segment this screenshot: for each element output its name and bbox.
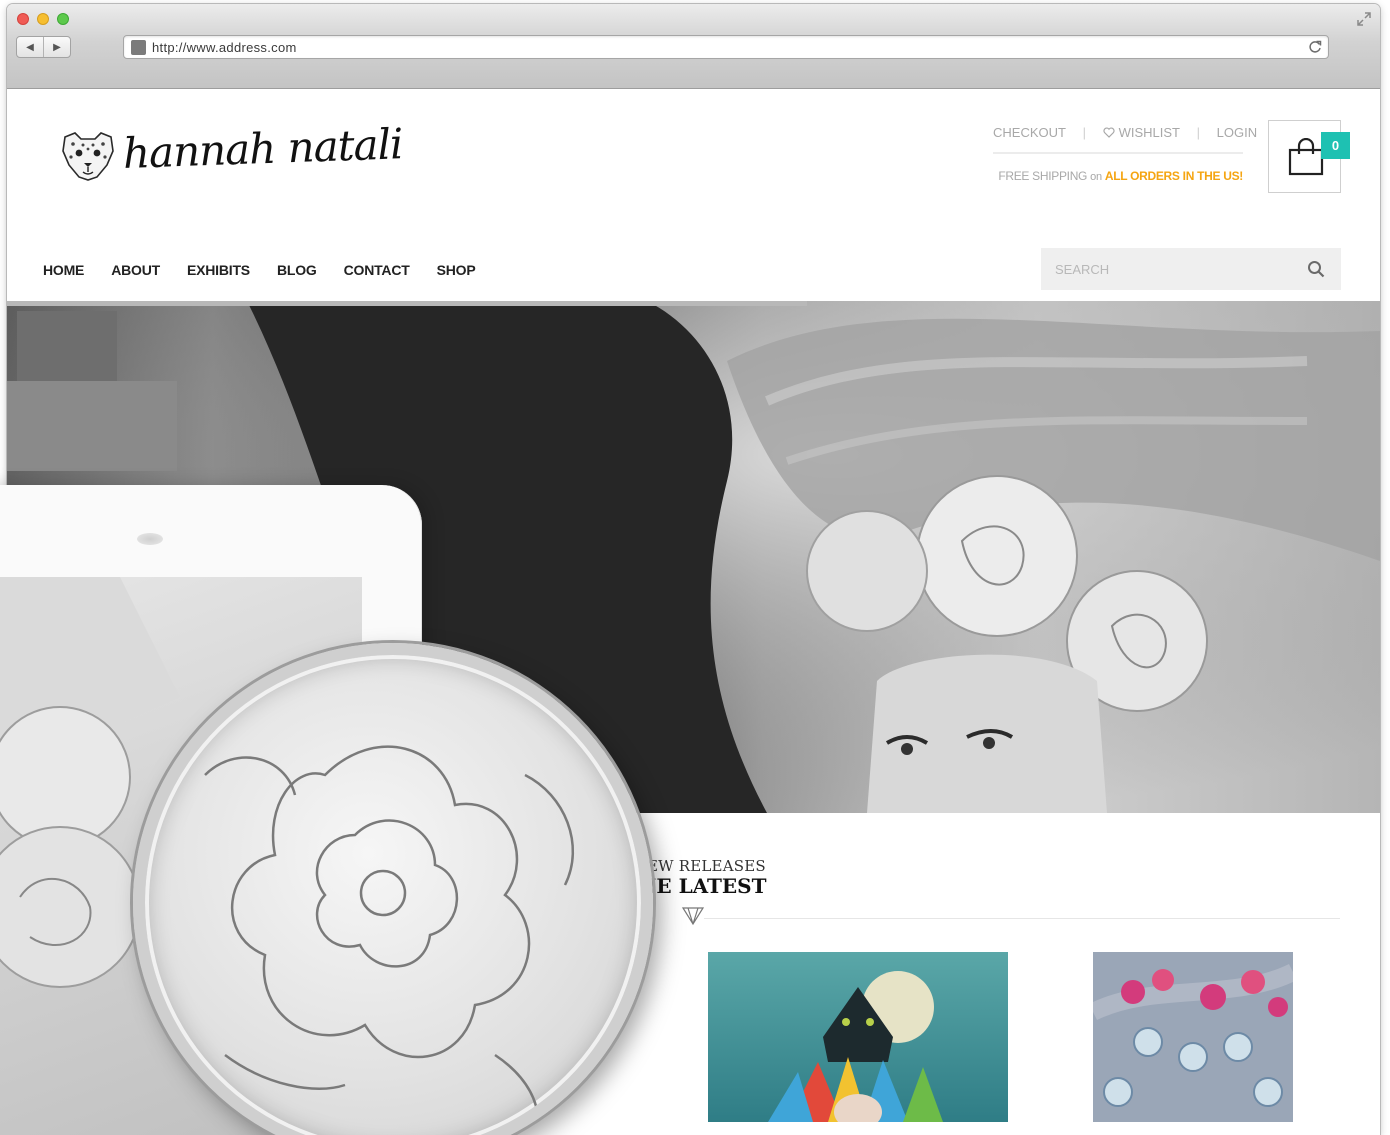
checkout-link[interactable]: CHECKOUT [993, 125, 1066, 140]
product-artwork-orchids [1093, 952, 1293, 1122]
shipping-connector: on [1090, 171, 1102, 183]
tablet-camera [137, 533, 163, 545]
wishlist-link[interactable]: WISHLIST [1103, 125, 1180, 140]
nav-about[interactable]: ABOUT [111, 262, 160, 278]
browser-toolbar: ◀ ▶ http://www.address.com [7, 4, 1380, 89]
account-links: CHECKOUT | WISHLIST | LOGIN [993, 125, 1257, 145]
favicon-icon [131, 40, 146, 55]
shopping-bag-icon [1288, 138, 1324, 176]
fullscreen-icon[interactable] [1356, 11, 1372, 27]
shipping-notice: FREE SHIPPING on ALL ORDERS IN THE US! [993, 169, 1243, 183]
url-text[interactable]: http://www.address.com [152, 40, 297, 55]
main-navigation: HOME ABOUT EXHIBITS BLOG CONTACT SHOP [43, 262, 503, 278]
product-image-orchids[interactable] [1093, 952, 1293, 1122]
reload-icon[interactable] [1307, 39, 1323, 55]
jaguar-head-icon [62, 132, 114, 181]
link-separator: | [1082, 125, 1086, 140]
section-kicker: EW RELEASES [647, 857, 766, 875]
nav-contact[interactable]: CONTACT [344, 262, 410, 278]
shipping-prefix: FREE SHIPPING [998, 169, 1088, 183]
cart-count-badge: 0 [1321, 132, 1350, 159]
section-title: IE LATEST [647, 874, 767, 898]
header-divider [993, 152, 1243, 154]
shipping-highlight: ALL ORDERS IN THE US! [1104, 169, 1243, 183]
nav-home[interactable]: HOME [43, 262, 84, 278]
link-separator: | [1196, 125, 1201, 140]
heart-icon [1103, 127, 1115, 138]
wishlist-label: WISHLIST [1118, 125, 1180, 140]
section-divider [704, 918, 1340, 919]
window-minimize-button[interactable] [37, 13, 49, 25]
product-image-jaguar[interactable] [708, 952, 1008, 1122]
search-box [1041, 248, 1341, 290]
nav-exhibits[interactable]: EXHIBITS [187, 262, 250, 278]
product-artwork-jaguar [708, 952, 1008, 1122]
address-bar[interactable]: http://www.address.com [123, 35, 1329, 59]
hero-slider-progress [7, 301, 807, 306]
window-close-button[interactable] [17, 13, 29, 25]
login-link[interactable]: LOGIN [1217, 125, 1257, 140]
back-arrow-icon[interactable]: ◀ [17, 37, 44, 57]
magnifier-lens [133, 643, 653, 1135]
history-navigation: ◀ ▶ [16, 36, 71, 58]
triangle-divider-icon [681, 907, 705, 926]
nav-shop[interactable]: SHOP [437, 262, 476, 278]
window-maximize-button[interactable] [57, 13, 69, 25]
brand-name: hannah natali [122, 119, 404, 178]
search-icon[interactable] [1307, 260, 1325, 278]
search-input[interactable] [1041, 248, 1296, 290]
nav-blog[interactable]: BLOG [277, 262, 317, 278]
forward-arrow-icon[interactable]: ▶ [44, 37, 70, 57]
brand-logo[interactable]: hannah natali [59, 119, 403, 189]
magnified-flower-sketch [204, 745, 575, 1135]
